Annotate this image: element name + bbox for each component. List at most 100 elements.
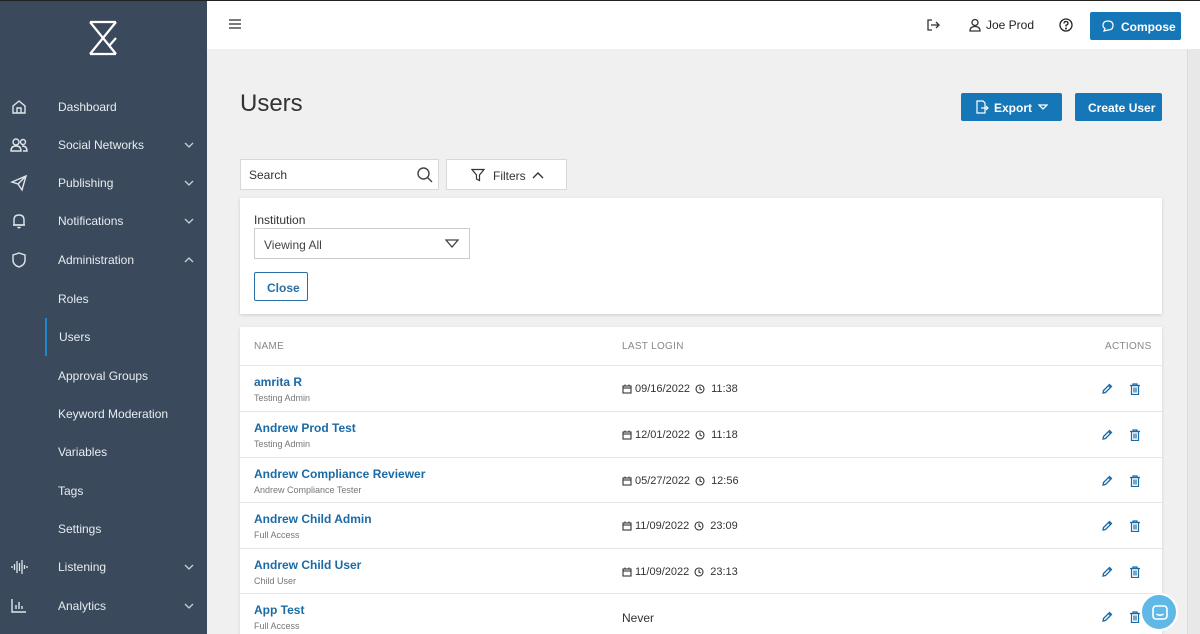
trash-icon[interactable] — [1129, 566, 1141, 578]
user-name-link[interactable]: amrita R — [254, 375, 302, 389]
edit-pencil-icon[interactable] — [1101, 611, 1113, 623]
chevron-down-icon — [184, 603, 194, 609]
calendar-icon — [622, 567, 632, 577]
sidebar-item-label: Notifications — [58, 214, 124, 228]
login-date: 11/09/2022 — [635, 520, 690, 532]
bar-chart-icon — [11, 599, 26, 613]
edit-pencil-icon[interactable] — [1101, 429, 1113, 441]
support-chat-button[interactable] — [1140, 593, 1178, 631]
trash-icon[interactable] — [1129, 520, 1141, 532]
chevron-down-icon — [184, 218, 194, 224]
chevron-down-icon — [184, 180, 194, 186]
hamburger-menu-icon[interactable] — [229, 19, 241, 29]
chevron-up-icon — [532, 172, 544, 179]
edit-pencil-icon[interactable] — [1101, 520, 1113, 532]
institution-label: Institution — [254, 213, 306, 227]
sidebar-item-label: Analytics — [58, 599, 107, 613]
sidebar-item-tags[interactable]: Tags — [0, 472, 207, 510]
clock-icon — [695, 384, 705, 394]
edit-pencil-icon[interactable] — [1101, 383, 1113, 395]
help-icon[interactable] — [1059, 18, 1073, 32]
login-time: 12:56 — [711, 475, 739, 487]
clock-icon — [694, 567, 704, 577]
create-user-button[interactable]: Create User — [1075, 93, 1162, 121]
clock-icon — [695, 430, 705, 440]
login-date: 12/01/2022 — [635, 429, 691, 441]
sidebar-item-label: Approval Groups — [58, 369, 149, 383]
user-name-link[interactable]: Andrew Compliance Reviewer — [254, 467, 425, 481]
sidebar-item-publishing[interactable]: Publishing — [0, 164, 207, 202]
search-icon[interactable] — [416, 166, 434, 184]
institution-select[interactable]: Viewing All — [254, 228, 470, 259]
sidebar: Dashboard Social Networks Publishing Not… — [0, 0, 207, 634]
user-role: Full Access — [254, 621, 300, 631]
user-role: Child User — [254, 576, 297, 586]
sidebar-item-listening[interactable]: Listening — [0, 548, 207, 586]
last-login: 11/09/2022 23:13 — [622, 566, 738, 578]
chat-icon — [1102, 20, 1114, 32]
sidebar-item-label: Administration — [58, 253, 135, 267]
user-name-link[interactable]: Andrew Child User — [254, 558, 361, 572]
table-row: Andrew Compliance Reviewer Andrew Compli… — [240, 457, 1162, 503]
institution-value: Viewing All — [264, 238, 322, 252]
create-user-label: Create User — [1088, 101, 1156, 115]
calendar-icon — [622, 476, 632, 486]
sidebar-item-label: Tags — [58, 484, 84, 498]
logout-icon[interactable] — [926, 18, 940, 32]
caret-down-icon — [1038, 104, 1048, 110]
last-login: 11/09/2022 23:09 — [622, 520, 738, 532]
sidebar-item-variables[interactable]: Variables — [0, 433, 207, 471]
sidebar-item-dashboard[interactable]: Dashboard — [0, 88, 207, 126]
login-time: 23:13 — [710, 566, 738, 578]
user-name-link[interactable]: Andrew Child Admin — [254, 512, 372, 526]
login-time: 23:09 — [710, 520, 738, 532]
chat-bubble-icon — [1152, 605, 1168, 620]
table-row: App Test Full Access Never — [240, 593, 1162, 634]
clock-icon — [694, 521, 704, 531]
user-icon[interactable] — [968, 18, 982, 32]
user-name-link[interactable]: App Test — [254, 603, 304, 617]
last-login: 05/27/2022 12:56 — [622, 475, 739, 487]
sidebar-item-approval-groups[interactable]: Approval Groups — [0, 357, 207, 395]
sidebar-item-label: Dashboard — [58, 100, 117, 114]
login-time: 11:38 — [711, 383, 738, 395]
sidebar-item-roles[interactable]: Roles — [0, 280, 207, 318]
last-login: 12/01/2022 11:18 — [622, 429, 738, 441]
sidebar-item-settings[interactable]: Settings — [0, 510, 207, 548]
filters-button[interactable]: Filters — [446, 159, 567, 190]
filter-panel: Institution Viewing All Close — [240, 198, 1162, 314]
sidebar-item-social-networks[interactable]: Social Networks — [0, 126, 207, 164]
waveform-icon — [11, 560, 28, 574]
sidebar-item-label: Publishing — [58, 176, 114, 190]
user-role: Andrew Compliance Tester — [254, 485, 362, 495]
sidebar-item-notifications[interactable]: Notifications — [0, 202, 207, 240]
sidebar-item-keyword-moderation[interactable]: Keyword Moderation — [0, 395, 207, 433]
compose-button[interactable]: Compose — [1090, 12, 1181, 40]
logo-icon[interactable] — [86, 19, 120, 57]
close-button[interactable]: Close — [254, 272, 308, 301]
search-input[interactable] — [249, 168, 399, 182]
filter-icon — [471, 168, 485, 182]
last-login-never: Never — [622, 611, 655, 625]
sidebar-item-analytics[interactable]: Analytics — [0, 587, 207, 625]
column-header-name[interactable]: NAME — [254, 341, 284, 352]
trash-icon[interactable] — [1129, 383, 1141, 395]
page-scrollbar[interactable] — [1187, 49, 1200, 634]
sidebar-item-administration[interactable]: Administration — [0, 241, 207, 279]
export-button[interactable]: Export — [961, 93, 1062, 121]
sidebar-item-users[interactable]: Users — [0, 318, 207, 356]
sidebar-item-label: Listening — [58, 560, 107, 574]
column-header-last-login[interactable]: LAST LOGIN — [622, 341, 684, 352]
filters-label: Filters — [493, 169, 526, 183]
edit-pencil-icon[interactable] — [1101, 566, 1113, 578]
paper-plane-icon — [10, 174, 28, 192]
search-box[interactable] — [240, 159, 439, 190]
table-row: amrita R Testing Admin 09/16/2022 11:38 — [240, 365, 1162, 411]
shield-icon — [12, 252, 26, 268]
edit-pencil-icon[interactable] — [1101, 475, 1113, 487]
login-date: 05/27/2022 — [635, 475, 691, 487]
user-name[interactable]: Joe Prod — [986, 18, 1034, 32]
user-name-link[interactable]: Andrew Prod Test — [254, 421, 356, 435]
trash-icon[interactable] — [1129, 475, 1141, 487]
trash-icon[interactable] — [1129, 429, 1141, 441]
